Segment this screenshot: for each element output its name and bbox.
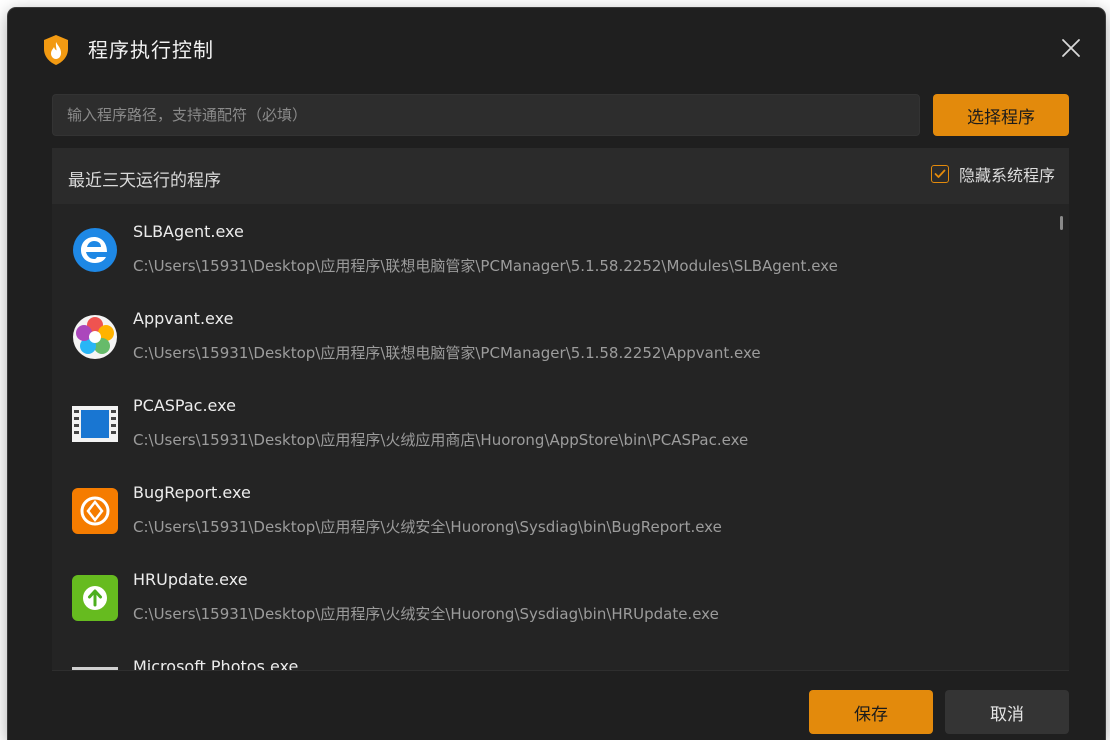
save-button[interactable]: 保存 bbox=[809, 690, 933, 734]
program-name: SLBAgent.exe bbox=[133, 222, 244, 241]
program-path-input[interactable] bbox=[52, 94, 920, 136]
bugreport-orange-icon bbox=[71, 487, 119, 535]
pcaspac-window-icon bbox=[71, 400, 119, 448]
footer-divider bbox=[52, 670, 1069, 671]
hide-system-label: 隐藏系统程序 bbox=[958, 166, 1055, 185]
program-path: C:\Users\15931\Desktop\应用程序\联想电脑管家\PCMan… bbox=[133, 257, 838, 275]
program-execution-control-dialog: 程序执行控制 选择程序 最近三天运行的程序 隐藏系统程序 bbox=[8, 8, 1105, 740]
list-item[interactable]: BugReport.exe C:\Users\15931\Desktop\应用程… bbox=[52, 465, 1049, 552]
title-bar: 程序执行控制 bbox=[8, 8, 1105, 84]
program-path: C:\Users\15931\Desktop\应用程序\火绒安全\Huorong… bbox=[133, 605, 719, 623]
hrupdate-green-arrow-icon bbox=[71, 574, 119, 622]
list-item[interactable]: Appvant.exe C:\Users\15931\Desktop\应用程序\… bbox=[52, 291, 1049, 378]
program-path: C:\Users\15931\Desktop\应用程序\火绒安全\Huorong… bbox=[133, 518, 722, 536]
list-item[interactable]: HRUpdate.exe C:\Users\15931\Desktop\应用程序… bbox=[52, 552, 1049, 639]
close-icon[interactable] bbox=[1059, 36, 1083, 60]
appvant-flower-icon bbox=[71, 313, 119, 361]
program-name: PCASPac.exe bbox=[133, 396, 236, 415]
list-item[interactable]: Microsoft.Photos.exe bbox=[52, 639, 1049, 670]
program-name: Appvant.exe bbox=[133, 309, 234, 328]
huorong-shield-flame-icon bbox=[42, 34, 70, 66]
recent-programs-panel: 最近三天运行的程序 隐藏系统程序 SLBAgent.exe C:\Users\1… bbox=[52, 148, 1069, 670]
photos-icon bbox=[71, 661, 119, 670]
program-name: BugReport.exe bbox=[133, 483, 251, 502]
slbagent-e-icon bbox=[71, 226, 119, 274]
hide-system-programs-toggle[interactable]: 隐藏系统程序 bbox=[930, 162, 1055, 186]
list-title: 最近三天运行的程序 bbox=[68, 171, 221, 191]
checkmark-icon bbox=[934, 169, 946, 178]
choose-program-button[interactable]: 选择程序 bbox=[933, 94, 1069, 136]
list-header: 最近三天运行的程序 隐藏系统程序 bbox=[52, 148, 1069, 204]
list-item[interactable]: PCASPac.exe C:\Users\15931\Desktop\应用程序\… bbox=[52, 378, 1049, 465]
cancel-button[interactable]: 取消 bbox=[945, 690, 1069, 734]
hide-system-checkbox[interactable] bbox=[930, 165, 949, 183]
program-name: HRUpdate.exe bbox=[133, 570, 248, 589]
scrollbar-thumb[interactable] bbox=[1060, 216, 1063, 230]
program-name: Microsoft.Photos.exe bbox=[133, 657, 299, 670]
list-item[interactable]: SLBAgent.exe C:\Users\15931\Desktop\应用程序… bbox=[52, 204, 1049, 291]
program-path: C:\Users\15931\Desktop\应用程序\火绒应用商店\Huoro… bbox=[133, 431, 749, 449]
program-list[interactable]: SLBAgent.exe C:\Users\15931\Desktop\应用程序… bbox=[52, 204, 1069, 670]
program-path: C:\Users\15931\Desktop\应用程序\联想电脑管家\PCMan… bbox=[133, 344, 761, 362]
dialog-title: 程序执行控制 bbox=[88, 38, 214, 62]
